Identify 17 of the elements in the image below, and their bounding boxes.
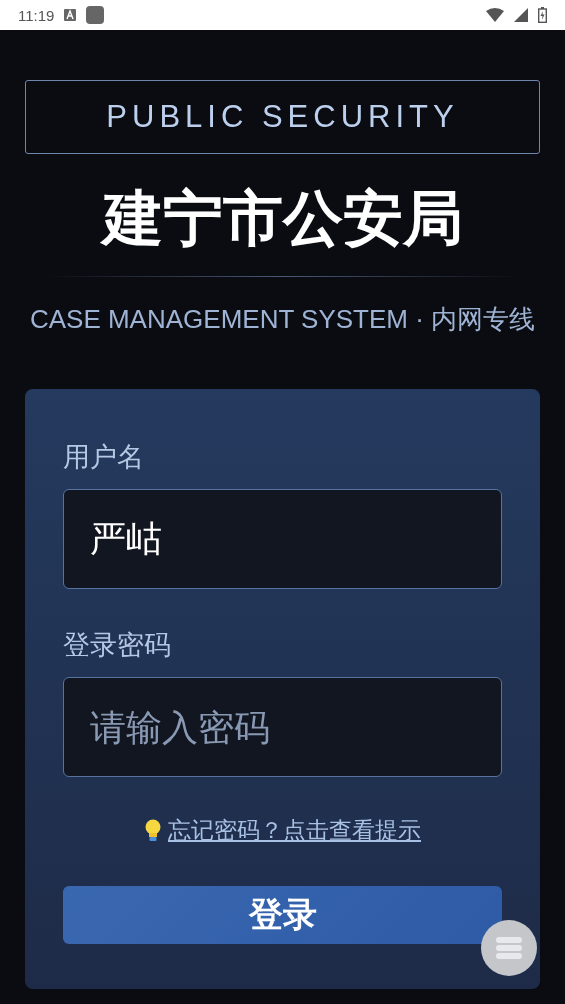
status-time: 11:19 — [18, 6, 55, 24]
org-banner: PUBLIC SECURITY — [25, 80, 540, 154]
app-subtitle: CASE MANAGEMENT SYSTEM · 内网专线 — [28, 303, 537, 336]
field-label: 登录密码 — [63, 628, 172, 662]
field-label: 用户名 — [63, 440, 145, 474]
signal-icon — [514, 8, 528, 22]
app-icon — [86, 6, 105, 24]
password-hint-link[interactable]: 忘记密码？点击查看提示 — [168, 815, 421, 846]
keyboard-icon — [64, 9, 77, 21]
input-field[interactable]: 严岵 — [63, 489, 502, 589]
input-field[interactable]: 请输入密码 — [63, 677, 502, 777]
login-button[interactable]: 登录 — [63, 886, 502, 944]
menu-icon[interactable] — [481, 920, 537, 976]
app-title: 建宁市公安局 — [99, 182, 464, 254]
wifi-icon — [486, 8, 504, 22]
lightbulb-icon — [144, 818, 162, 843]
battery-icon — [538, 7, 547, 23]
